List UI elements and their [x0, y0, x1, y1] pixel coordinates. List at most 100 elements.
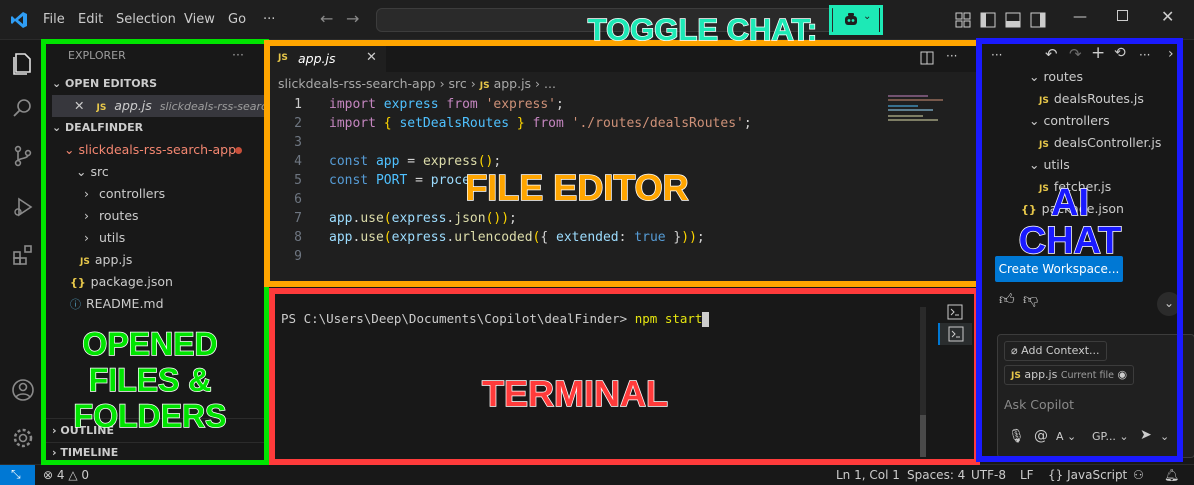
problems-indicator[interactable]: ⊗ 4 △ 0 [43, 468, 89, 482]
chevron-right-icon[interactable]: › [1168, 46, 1174, 62]
menu-edit[interactable]: Edit [78, 12, 103, 27]
paperclip-icon: ⌀ [1011, 344, 1022, 357]
toggle-primary-sidebar-icon[interactable] [980, 12, 996, 28]
toggle-chat-button[interactable]: ⌄ [833, 8, 879, 32]
indentation[interactable]: Spaces: 4 [907, 468, 965, 482]
explorer-more-icon[interactable]: ··· [232, 44, 244, 66]
braces-icon: {} [1048, 468, 1064, 482]
history-icon[interactable]: ⟲ [1114, 45, 1126, 61]
editor-more-icon[interactable]: ··· [946, 49, 957, 63]
chat-tree-item[interactable]: JS dealsRoutes.js [1039, 88, 1144, 110]
terminal-instance-active[interactable] [938, 323, 972, 345]
code-line[interactable]: app.use(express.json()); [329, 209, 517, 228]
extensions-icon[interactable] [11, 243, 35, 267]
back-arrow-icon[interactable]: ← [320, 9, 333, 28]
cursor-position[interactable]: Ln 1, Col 1 [836, 468, 900, 482]
toggle-secondary-sidebar-icon[interactable] [1030, 12, 1046, 28]
close-icon[interactable]: ✕ [1161, 7, 1174, 26]
section-timeline[interactable]: › TIMELINE [52, 442, 118, 464]
tree-item-root[interactable]: ⌄ slickdeals-rss-search-app [64, 139, 236, 161]
menu-go[interactable]: Go [228, 12, 246, 27]
chat-tree-item[interactable]: JS dealsController.js [1039, 132, 1161, 154]
undo-icon[interactable]: ↶ [1045, 45, 1058, 63]
toggle-panel-icon[interactable] [1005, 12, 1021, 28]
send-icon[interactable]: ➤ [1140, 427, 1152, 443]
tree-item-readme[interactable]: ⓘ README.md [70, 293, 164, 315]
new-chat-icon[interactable]: + [1091, 43, 1105, 63]
tree-item-routes[interactable]: › routes [84, 205, 139, 227]
language-mode[interactable]: {} JavaScript [1048, 468, 1127, 482]
javascript-file-icon: JS [1011, 371, 1021, 381]
remote-indicator[interactable]: ⤡ [0, 465, 35, 485]
section-open-editors[interactable]: ⌄ OPEN EDITORS [52, 73, 157, 95]
tree-item-utils[interactable]: › utils [84, 227, 125, 249]
forward-arrow-icon[interactable]: → [346, 9, 359, 28]
encoding[interactable]: UTF-8 [971, 468, 1006, 482]
tree-item-package-json[interactable]: {} package.json [70, 271, 173, 293]
terminal-scrollbar-thumb[interactable] [920, 415, 926, 457]
copilot-status-icon[interactable]: ⚇ [1133, 468, 1144, 482]
chat-tree-item[interactable]: ⌄ routes [1029, 66, 1083, 88]
notifications-bell-icon[interactable]: 🔔︎ [1164, 468, 1179, 482]
add-context-button[interactable]: ⌀ Add Context... [1004, 341, 1107, 361]
tree-item-src[interactable]: ⌄ src [76, 161, 109, 183]
chat-options-icon[interactable]: ··· [1139, 48, 1150, 62]
code-line[interactable]: const PORT = proce [329, 171, 470, 190]
tree-item-controllers[interactable]: › controllers [84, 183, 165, 205]
explorer-icon[interactable] [11, 51, 35, 75]
terminal-instance-icon [948, 326, 964, 342]
split-editor-icon[interactable] [920, 51, 934, 65]
chevron-down-icon: ⌄ [76, 164, 91, 179]
close-icon[interactable]: ✕ [74, 98, 84, 113]
overlay-toggle-chat: TOGGLE CHAT: [587, 12, 818, 47]
code-line[interactable]: import { setDealsRoutes } from './routes… [329, 114, 752, 133]
end-of-line[interactable]: LF [1020, 468, 1034, 482]
model-picker[interactable]: GP... ⌄ [1092, 430, 1129, 443]
line-number: 6 [294, 192, 302, 207]
chat-tree-item[interactable]: ⌄ utils [1029, 154, 1070, 176]
menu-more[interactable]: ··· [263, 12, 275, 27]
line-number: 2 [294, 116, 302, 131]
thumbs-up-icon[interactable]: 👍︎ [999, 290, 1015, 309]
code-line[interactable]: app.use(express.urlencoded({ extended: t… [329, 228, 705, 247]
tree-item-app-js[interactable]: JS app.js [80, 249, 132, 271]
close-icon[interactable]: ✕ [366, 50, 377, 65]
minimap[interactable] [888, 95, 948, 125]
breadcrumb-item[interactable]: ... [544, 76, 556, 91]
eye-icon[interactable]: ◉ [1118, 368, 1128, 381]
menu-view[interactable]: View [184, 12, 215, 27]
microphone-icon[interactable]: 🎙︎ [1008, 429, 1025, 444]
info-file-icon: ⓘ [70, 298, 81, 311]
open-editor-item[interactable]: ✕ JS app.js slickdeals-rss-searc... [52, 95, 278, 117]
source-control-icon[interactable] [11, 144, 35, 168]
customize-layout-icon[interactable] [955, 12, 971, 28]
current-file-chip[interactable]: JS app.js Current file ◉ [1004, 365, 1135, 385]
section-dealfinder[interactable]: ⌄ DEALFINDER [52, 117, 143, 139]
explorer-title: EXPLORER [68, 49, 126, 62]
scroll-down-button[interactable]: ⌄ [1157, 292, 1181, 316]
settings-gear-icon[interactable] [11, 426, 35, 450]
overlay-ai-chat-line2: CHAT [1018, 220, 1122, 262]
account-icon[interactable] [11, 378, 35, 402]
minimize-icon[interactable]: — [1073, 9, 1087, 25]
run-debug-icon[interactable] [11, 195, 35, 219]
terminal-instance-icon[interactable] [947, 304, 963, 320]
menu-selection[interactable]: Selection [116, 12, 176, 27]
chat-more-icon[interactable]: ··· [991, 48, 1002, 62]
chat-input[interactable]: Ask Copilot [1004, 397, 1074, 412]
search-icon[interactable] [11, 96, 35, 120]
thumbs-down-icon[interactable]: 👎︎ [1023, 290, 1038, 309]
breadcrumb-item[interactable]: slickdeals-rss-search-app [278, 76, 436, 91]
json-file-icon: {} [70, 276, 86, 289]
mode-picker[interactable]: A ⌄ [1056, 430, 1076, 443]
breadcrumb-item[interactable]: app.js [494, 76, 532, 91]
maximize-icon[interactable] [1117, 10, 1128, 21]
code-line[interactable]: import express from 'express'; [329, 95, 564, 114]
chat-tree-item[interactable]: ⌄ controllers [1029, 110, 1110, 132]
redo-icon[interactable]: ↷ [1069, 45, 1082, 63]
menu-file[interactable]: File [43, 12, 65, 27]
breadcrumb-item[interactable]: src [449, 76, 467, 91]
tab-app-js[interactable]: JS app.js ✕ [270, 44, 386, 72]
chevron-down-icon[interactable]: ⌄ [1160, 430, 1169, 443]
mention-icon[interactable]: @ [1034, 428, 1048, 444]
